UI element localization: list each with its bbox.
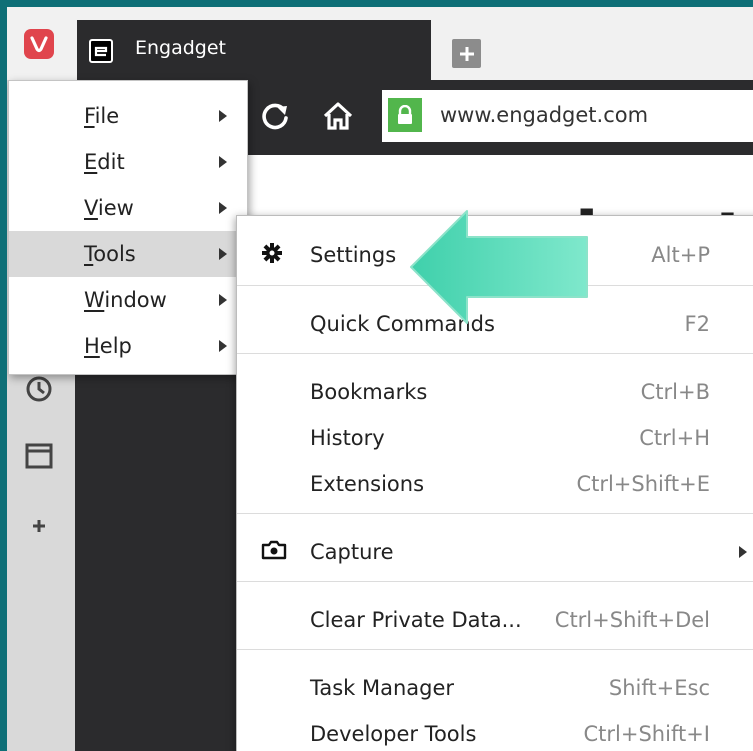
gear-icon [262, 243, 282, 263]
menu-item-label: Task Manager [310, 676, 455, 700]
menu-item-clear-private-data[interactable]: Clear Private Data... Ctrl+Shift+Del [237, 596, 753, 642]
menu-item-label: Tools [84, 242, 136, 266]
menu-divider [237, 649, 753, 650]
reload-icon[interactable] [257, 98, 293, 134]
submenu-arrow-icon [219, 156, 227, 168]
menu-item-tools[interactable]: Tools [9, 231, 247, 277]
shortcut-label: Ctrl+Shift+E [576, 472, 710, 496]
menu-divider [237, 513, 753, 514]
tab-title: Engadget [135, 37, 227, 59]
shortcut-label: Ctrl+H [639, 426, 710, 450]
menu-item-help[interactable]: Help [9, 323, 247, 369]
shortcut-label: Shift+Esc [608, 676, 710, 700]
url-text: www.engadget.com [440, 103, 649, 127]
menu-item-file[interactable]: File [9, 93, 247, 139]
browser-window: Engadget www.engadget.com File Edit View… [7, 7, 753, 751]
vivaldi-menu-button[interactable] [24, 29, 54, 59]
history-clock-icon[interactable] [21, 371, 57, 407]
new-tab-icon [459, 46, 474, 61]
vivaldi-logo-icon [30, 36, 48, 53]
menu-item-label: Edit [84, 150, 125, 174]
add-panel-icon[interactable] [21, 508, 57, 544]
menu-item-label: Capture [310, 540, 394, 564]
menu-item-edit[interactable]: Edit [9, 139, 247, 185]
camera-icon [261, 540, 287, 560]
menu-item-label: Window [84, 288, 167, 312]
menu-item-label: Help [84, 334, 132, 358]
new-tab-button[interactable] [452, 39, 481, 68]
menu-item-task-manager[interactable]: Task Manager Shift+Esc [237, 664, 753, 710]
submenu-arrow-icon [219, 340, 227, 352]
menu-item-window[interactable]: Window [9, 277, 247, 323]
lock-icon [398, 105, 412, 124]
menu-item-developer-tools[interactable]: Developer Tools Ctrl+Shift+I [237, 710, 753, 751]
menu-item-label: Developer Tools [310, 722, 477, 746]
tab-bar: Engadget [7, 7, 753, 80]
submenu-arrow-icon [219, 248, 227, 260]
submenu-arrow-icon [219, 294, 227, 306]
menu-item-bookmarks[interactable]: Bookmarks Ctrl+B [237, 368, 753, 414]
menu-divider [237, 353, 753, 354]
menu-item-extensions[interactable]: Extensions Ctrl+Shift+E [237, 460, 753, 506]
annotation-arrow-icon [410, 210, 588, 324]
shortcut-label: F2 [684, 312, 710, 336]
menu-item-label: View [84, 196, 134, 220]
shortcut-label: Ctrl+Shift+Del [554, 608, 710, 632]
menu-item-label: Bookmarks [310, 380, 428, 404]
menu-item-capture[interactable]: Capture [237, 528, 753, 574]
menu-item-label: Clear Private Data... [310, 608, 522, 632]
menu-item-view[interactable]: View [9, 185, 247, 231]
engadget-favicon-icon [89, 39, 113, 63]
tab-engadget[interactable]: Engadget [77, 20, 431, 80]
home-icon[interactable] [320, 98, 356, 134]
menu-item-label: Extensions [310, 472, 425, 496]
submenu-arrow-icon [739, 546, 747, 558]
menu-item-history[interactable]: History Ctrl+H [237, 414, 753, 460]
submenu-arrow-icon [219, 202, 227, 214]
main-menu: File Edit View Tools Window Help [8, 80, 248, 375]
shortcut-label: Ctrl+B [640, 380, 710, 404]
shortcut-label: Alt+P [651, 243, 710, 267]
menu-item-label: History [310, 426, 385, 450]
site-security-badge[interactable] [388, 98, 422, 132]
menu-item-label: File [84, 104, 120, 128]
address-field[interactable]: www.engadget.com [382, 90, 753, 142]
menu-divider [237, 581, 753, 582]
menu-item-label: Settings [310, 243, 397, 267]
submenu-arrow-icon [219, 110, 227, 122]
window-panel-icon[interactable] [21, 438, 57, 474]
shortcut-label: Ctrl+Shift+I [583, 722, 710, 746]
